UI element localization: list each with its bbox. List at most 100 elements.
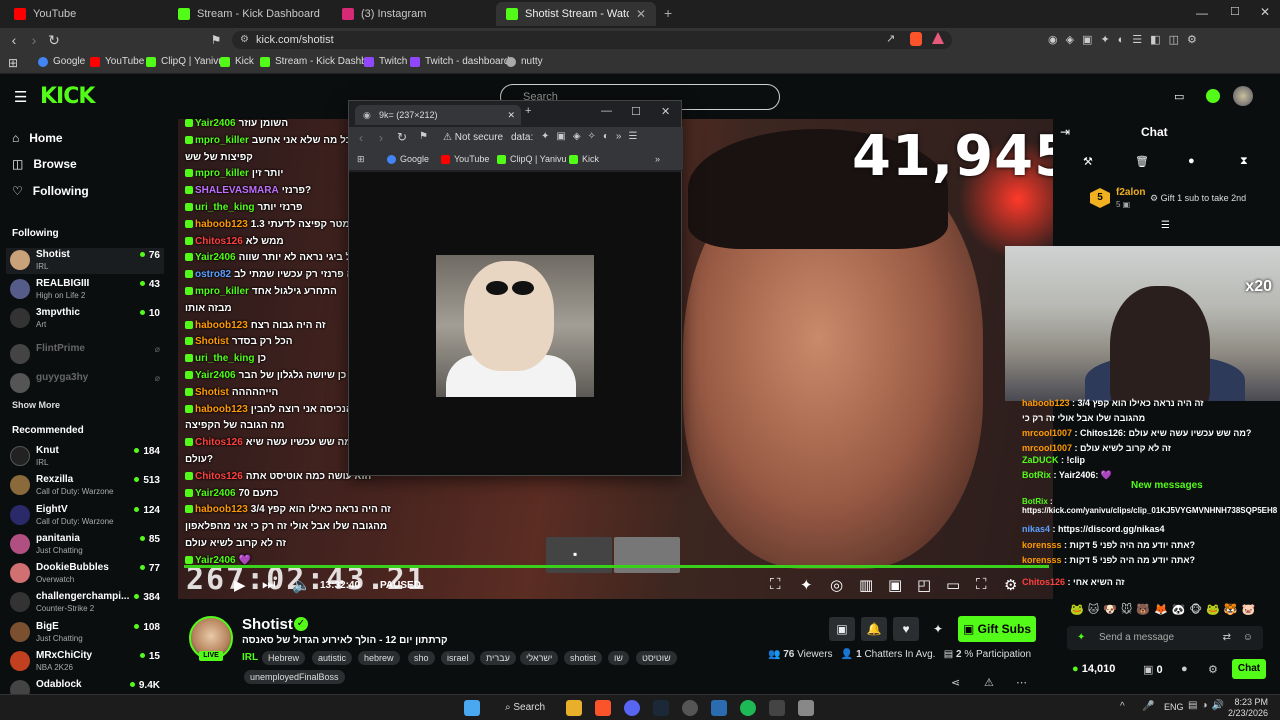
brave-icon[interactable] — [595, 700, 611, 716]
recommended-item-challengerchampi[interactable]: challengerchampi... Counter-Strike 2 384 — [10, 590, 160, 616]
apps-grid-icon[interactable]: ⊞ — [8, 56, 18, 70]
chat-settings-icon[interactable]: ⚙ — [1208, 663, 1218, 676]
menu-icon[interactable]: ☰ — [14, 88, 27, 106]
recommended-item-eightv[interactable]: EightV Call of Duty: Warzone 124 — [10, 503, 160, 529]
gift-subs-button[interactable]: ▣ Gift Subs — [958, 616, 1036, 642]
close-tab-icon[interactable]: ✕ — [507, 105, 515, 125]
chat-username[interactable]: Chitos126 — [1022, 577, 1065, 587]
theater-mode-icon[interactable]: ▭ — [1174, 90, 1184, 103]
tray-icons[interactable]: ▤◑🔊 — [1188, 700, 1228, 711]
recommended-item-bige[interactable]: BigE Just Chatting 108 — [10, 620, 160, 646]
settings-gear-icon[interactable]: ⚙ — [1004, 576, 1017, 594]
nav-browse[interactable]: ◫ Browse — [12, 157, 77, 171]
recommended-item-odablock[interactable]: Odablock 9.4K — [10, 678, 160, 694]
bookmark-clipq[interactable]: ClipQ | Yanivu — [146, 56, 224, 67]
brave-rewards-icon[interactable] — [932, 32, 944, 44]
chat-bubble-icon[interactable]: ● — [1188, 155, 1195, 167]
tab-kick-dashboard[interactable]: Stream - Kick Dashboard — [168, 2, 332, 26]
gift-leaderboard[interactable]: 5 f2alon 5 ▣ ⚙ Gift 1 sub to take 2nd — [1090, 186, 1270, 214]
spotify-icon[interactable] — [740, 700, 756, 716]
chat-username[interactable]: BotRix — [1022, 497, 1048, 506]
chat-options-icon[interactable]: ● — [1181, 663, 1188, 675]
tag[interactable]: עברית — [480, 651, 516, 665]
bookmark-youtube[interactable]: YouTube — [441, 154, 489, 164]
share-icon[interactable]: ⋖ — [951, 676, 960, 689]
tag[interactable]: shotist — [564, 651, 603, 665]
recommended-item-panitania[interactable]: panitania Just Chatting 85 — [10, 532, 160, 558]
maximize-window-button[interactable]: ☐ — [1230, 5, 1240, 18]
chat-username[interactable]: korensss — [1022, 555, 1062, 565]
tag[interactable]: israel — [441, 651, 475, 665]
mod-hammer-icon[interactable]: ⚒ — [1083, 155, 1093, 168]
notification-bell-icon[interactable]: 🔔 — [861, 617, 887, 641]
recommended-item-dookiebubbles[interactable]: DookieBubbles Overwatch 77 — [10, 561, 160, 587]
tab-instagram[interactable]: (3) Instagram — [332, 2, 496, 26]
terminal-icon[interactable] — [769, 700, 785, 716]
tag[interactable]: autistic — [312, 651, 353, 665]
back-icon[interactable]: ‹ — [6, 32, 22, 48]
chat-username[interactable]: nikas4 — [1022, 524, 1050, 534]
bookmark-twitch[interactable]: Twitch — [364, 56, 407, 67]
steam-icon[interactable] — [653, 700, 669, 716]
obs-icon[interactable] — [682, 700, 698, 716]
new-tab-button[interactable]: + — [664, 5, 672, 21]
following-item-shotist[interactable]: Shotist IRL 76 — [6, 248, 164, 274]
not-secure-warning[interactable]: ⚠ Not secure — [443, 132, 503, 143]
sync-icon[interactable]: ◎ — [830, 576, 843, 594]
bookmark-clipq[interactable]: ClipQ | Yanivu — [497, 154, 567, 164]
expand-pinned-icon[interactable]: ☰ — [1161, 220, 1170, 231]
chat-username[interactable]: BotRix — [1022, 470, 1051, 480]
nav-following[interactable]: ♡ Following — [12, 184, 89, 198]
chat-username[interactable]: ZaDUCK — [1022, 455, 1059, 465]
bookmark-google[interactable]: Google — [38, 56, 85, 67]
follow-heart-icon[interactable]: ♥ — [893, 617, 919, 641]
site-info-icon[interactable]: ⚙ — [240, 31, 249, 49]
recommended-item-mrxchicity[interactable]: MRxChiCity NBA 2K26 15 — [10, 649, 160, 675]
send-message-input[interactable]: ✦ Send a message ⇄ ☺ — [1067, 626, 1263, 650]
close-tab-icon[interactable]: ✕ — [636, 7, 646, 21]
popup-address[interactable]: data: — [511, 132, 533, 143]
minimize-window-button[interactable]: — — [1196, 6, 1208, 20]
miniplayer-icon[interactable]: ▣ — [888, 576, 902, 594]
new-tab-button[interactable]: + — [525, 105, 531, 117]
bookmark-nutty[interactable]: nutty — [506, 56, 543, 67]
chat-send-button[interactable]: Chat — [1232, 659, 1266, 679]
bookmark-kick[interactable]: Kick — [220, 56, 254, 67]
tag[interactable]: שוטיסט — [636, 651, 677, 665]
clip-icon[interactable]: ⛶ — [770, 576, 781, 593]
fullscreen-icon[interactable]: ⛶ — [976, 576, 987, 593]
close-window-button[interactable]: ✕ — [661, 105, 670, 118]
chat-username[interactable]: mrcool1007 — [1022, 428, 1072, 438]
report-icon[interactable]: ⚠ — [984, 676, 994, 689]
language-indicator[interactable]: ENG — [1164, 702, 1184, 712]
theater-icon[interactable]: ▭ — [946, 576, 960, 594]
chat-username[interactable]: haboob123 — [1022, 398, 1070, 408]
brave-shield-icon[interactable] — [910, 32, 922, 46]
following-item-guyyga3hy[interactable]: guyyga3hy ⌀ — [10, 371, 160, 397]
emote-bar[interactable]: 🐸🐱🐶🐭🐻🦊🐼🐵🐸🐯🐷 — [1070, 603, 1259, 616]
more-icon[interactable]: ⋯ — [1016, 676, 1027, 689]
picture-in-picture-icon[interactable]: ◰ — [917, 576, 931, 594]
kick-logo[interactable]: KICK — [40, 84, 95, 109]
bookmark-kick[interactable]: Kick — [569, 154, 599, 164]
show-more-link[interactable]: Show More — [12, 400, 60, 410]
hourglass-icon[interactable]: ⧗ — [1240, 155, 1248, 168]
forward-icon[interactable]: › — [26, 32, 42, 48]
tag[interactable]: sho — [408, 651, 435, 665]
stream-category[interactable]: IRL — [242, 652, 258, 663]
share-icon[interactable]: ↗ — [886, 32, 898, 46]
extensions-toolbar[interactable]: ◉◈▣✦◐☰◧◫⚙ — [1048, 33, 1205, 46]
tag[interactable]: Hebrew — [262, 651, 306, 665]
back-icon[interactable]: ‹ — [359, 131, 363, 145]
address-bar[interactable]: ⚙ kick.com/shotist — [232, 31, 952, 49]
following-item-flintprime[interactable]: FlintPrime ⌀ — [10, 342, 160, 368]
skip-forward-icon[interactable]: ⏭ — [262, 576, 276, 593]
kick-points[interactable]: ● 14,010 — [1072, 663, 1115, 675]
bookmark-youtube[interactable]: YouTube — [90, 56, 144, 67]
maximize-window-button[interactable]: ☐ — [631, 105, 641, 118]
play-icon[interactable]: ▶ — [234, 576, 246, 594]
streamer-name[interactable]: Shotist — [242, 616, 293, 633]
following-item-realbigiii[interactable]: REALBIGIII High on Life 2 43 — [10, 277, 160, 303]
clip-button[interactable]: ▣ — [829, 617, 855, 641]
tag[interactable]: שו — [608, 651, 629, 665]
